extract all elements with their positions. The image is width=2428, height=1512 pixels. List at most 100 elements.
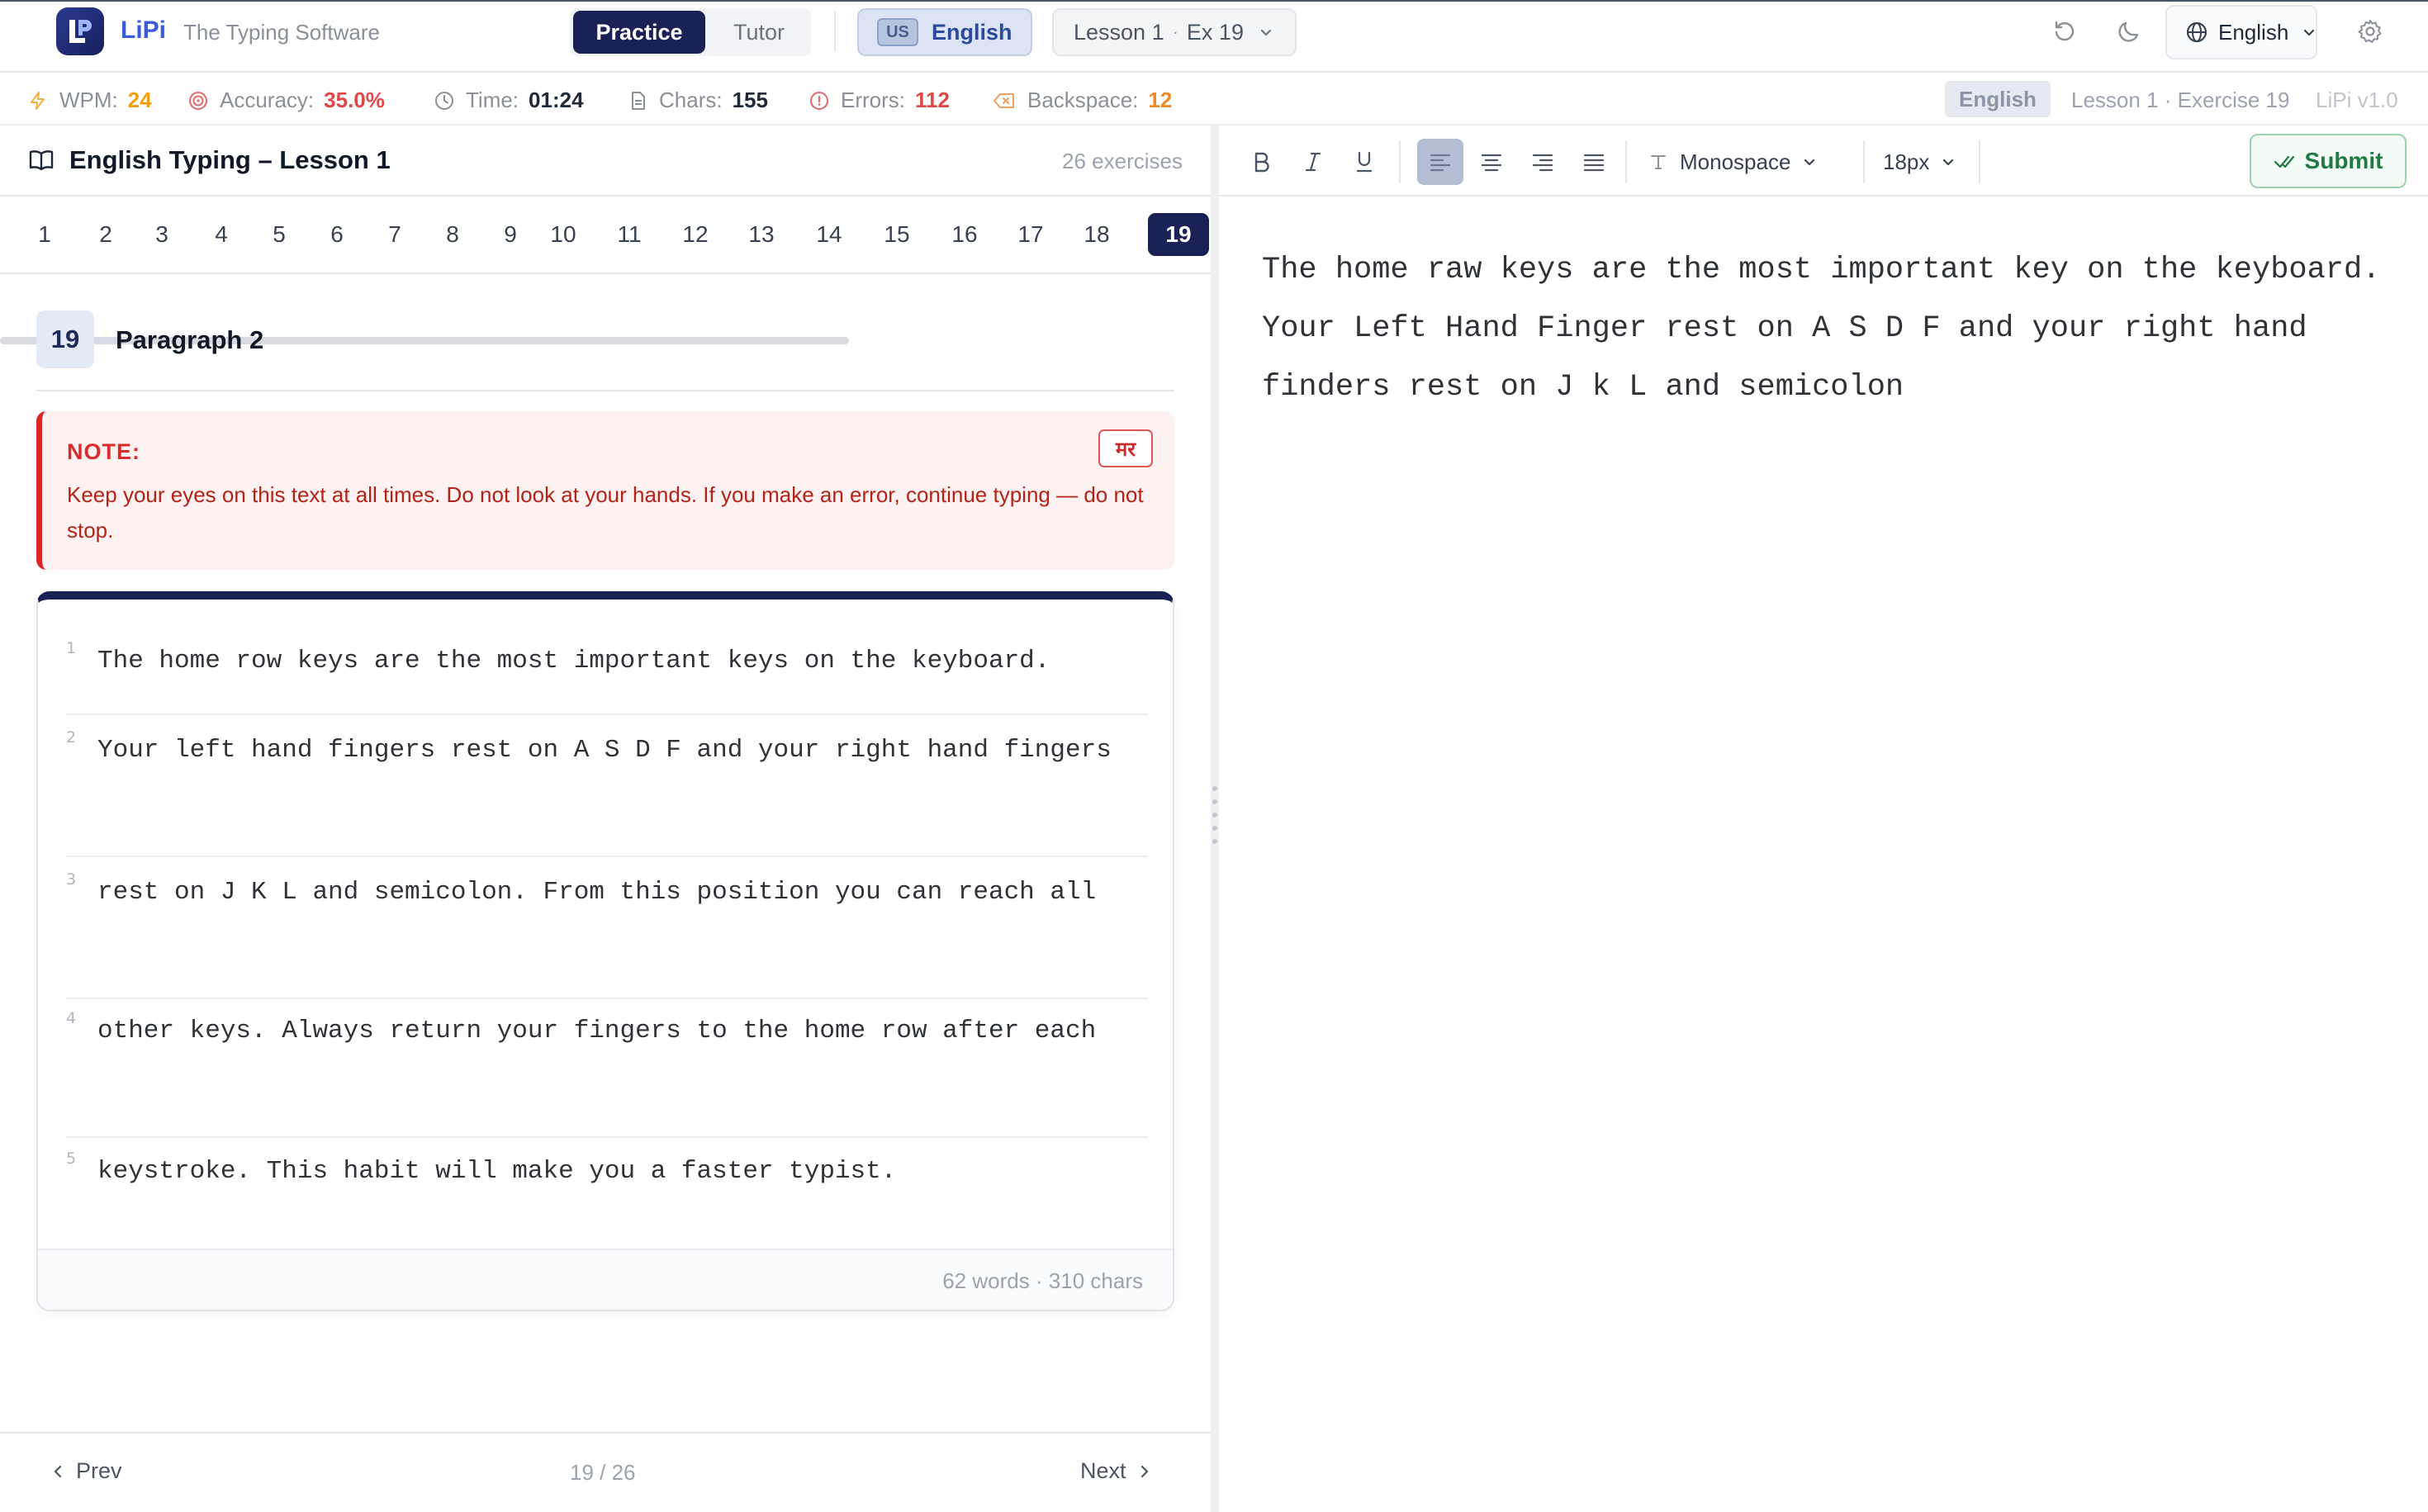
resize-grip-dot — [1212, 813, 1217, 818]
gear-icon[interactable] — [2354, 15, 2387, 48]
exercise-tab-17[interactable]: 17 — [1011, 213, 1050, 256]
line-number: 1 — [66, 639, 77, 657]
font-family-dropdown[interactable]: Monospace — [1648, 140, 1817, 183]
lesson-title: English Typing – Lesson 1 — [28, 145, 391, 175]
exercise-position: 19 / 26 — [570, 1460, 636, 1485]
exercise-tabs: 1 2 3 4 5 6 7 8 9 10 11 12 13 14 15 16 17 18 19 — [0, 198, 1211, 344]
wpm-value: 24 — [127, 88, 152, 112]
exercise-tab-1[interactable]: 1 — [25, 213, 64, 256]
prev-button[interactable]: Prev — [51, 1458, 132, 1484]
exercise-tab-11[interactable]: 11 — [609, 213, 649, 256]
chevron-down-icon — [1259, 25, 1273, 40]
mode-switch: Practice Tutor — [570, 8, 811, 56]
backspace-value: 12 — [1148, 88, 1173, 112]
app-version: LiPi v1.0 — [2316, 88, 2398, 112]
font-family-value: Monospace — [1680, 149, 1791, 174]
language-selector[interactable]: US English — [857, 8, 1032, 56]
errors-label: Errors: — [841, 88, 905, 112]
chars-label: Chars: — [659, 88, 723, 112]
accuracy-stat: Accuracy: 35.0% — [188, 88, 385, 113]
accuracy-label: Accuracy: — [220, 88, 315, 112]
exercise-label: Ex 19 — [1186, 19, 1244, 45]
exercise-tab-15[interactable]: 15 — [877, 213, 917, 256]
target-icon — [188, 91, 208, 111]
align-center-button[interactable] — [1468, 139, 1515, 185]
exercise-tab-10[interactable]: 10 — [543, 213, 583, 256]
toolbar-divider — [1863, 140, 1865, 183]
exercise-tab-16[interactable]: 16 — [945, 213, 984, 256]
chars-value: 155 — [732, 88, 768, 112]
line-number: 4 — [66, 1009, 77, 1027]
italic-button[interactable] — [1290, 139, 1336, 185]
align-right-button[interactable] — [1520, 139, 1566, 185]
submit-button[interactable]: Submit — [2250, 134, 2407, 188]
typing-area[interactable]: The home raw keys are the most important… — [1262, 241, 2410, 417]
line-text: rest on J K L and semicolon. From this p… — [97, 878, 1097, 907]
clock-icon — [434, 91, 454, 111]
wpm-label: WPM: — [59, 88, 118, 112]
brand-tagline: The Typing Software — [183, 20, 380, 45]
exercise-tab-19[interactable]: 19 — [1148, 213, 1209, 256]
time-value: 01:24 — [529, 88, 584, 112]
exercise-tab-14[interactable]: 14 — [809, 213, 849, 256]
lipi-logo-icon[interactable] — [56, 7, 104, 55]
backspace-stat: Backspace: 12 — [993, 88, 1172, 113]
exercise-tab-12[interactable]: 12 — [676, 213, 715, 256]
ui-language-label: English — [2218, 19, 2289, 45]
next-label: Next — [1080, 1458, 1126, 1483]
toolbar-divider — [1399, 140, 1401, 183]
passage-line: 2 Your left hand fingers rest on A S D F… — [66, 720, 1148, 857]
panel-header: English Typing – Lesson 1 26 exercises — [0, 126, 1211, 197]
bold-button[interactable] — [1239, 139, 1285, 185]
globe-icon — [2185, 21, 2208, 44]
exercise-tab-2[interactable]: 2 — [86, 213, 126, 256]
accuracy-value: 35.0% — [324, 88, 385, 112]
line-number: 5 — [66, 1149, 77, 1168]
note-label: NOTE: — [67, 439, 140, 464]
errors-value: 112 — [915, 88, 950, 112]
next-button[interactable]: Next — [1070, 1458, 1151, 1484]
align-left-button[interactable] — [1417, 139, 1463, 185]
chevron-down-icon — [1802, 154, 1817, 169]
tutor-mode-button[interactable]: Tutor — [710, 11, 808, 54]
panel-resize-handle[interactable] — [1211, 126, 1219, 1512]
book-icon — [28, 149, 55, 172]
practice-mode-button[interactable]: Practice — [573, 11, 705, 54]
resize-grip-dot — [1212, 826, 1217, 831]
time-stat: Time: 01:24 — [434, 88, 584, 113]
exercise-tab-18[interactable]: 18 — [1077, 213, 1117, 256]
moon-icon[interactable] — [2113, 15, 2146, 48]
exercise-title: Paragraph 2 — [116, 325, 264, 354]
resize-grip-dot — [1212, 839, 1217, 844]
exercise-tab-9[interactable]: 9 — [491, 213, 530, 256]
script-toggle-button[interactable]: मर — [1098, 429, 1153, 467]
font-size-dropdown[interactable]: 18px — [1883, 140, 1956, 183]
exercise-count: 26 exercises — [1062, 149, 1183, 173]
us-flag-badge: US — [877, 18, 918, 46]
exercise-tab-13[interactable]: 13 — [742, 213, 781, 256]
errors-stat: Errors: 112 — [809, 88, 950, 113]
lesson-title-text: English Typing – Lesson 1 — [69, 145, 391, 174]
exercise-tab-4[interactable]: 4 — [202, 213, 241, 256]
chevron-left-icon — [51, 1464, 66, 1479]
exercise-tab-8[interactable]: 8 — [433, 213, 472, 256]
alert-icon — [809, 91, 829, 111]
exercise-tab-3[interactable]: 3 — [142, 213, 182, 256]
align-justify-button[interactable] — [1571, 139, 1617, 185]
exercise-tab-6[interactable]: 6 — [317, 213, 357, 256]
toolbar-divider — [1625, 140, 1627, 183]
exercise-tab-5[interactable]: 5 — [259, 213, 299, 256]
exercise-navigation: Prev 19 / 26 Next — [0, 1432, 1211, 1512]
font-size-value: 18px — [1883, 149, 1930, 174]
underline-button[interactable] — [1341, 139, 1387, 185]
time-label: Time: — [466, 88, 519, 112]
lesson-exercise-dropdown[interactable]: Lesson 1 · Ex 19 — [1052, 8, 1297, 56]
passage-line: 3 rest on J K L and semicolon. From this… — [66, 862, 1148, 999]
line-text: other keys. Always return your fingers t… — [97, 1017, 1097, 1045]
ui-language-dropdown[interactable]: English — [2165, 5, 2317, 59]
chars-stat: Chars: 155 — [629, 88, 768, 113]
reset-icon[interactable] — [2048, 15, 2081, 48]
exercise-tab-7[interactable]: 7 — [375, 213, 415, 256]
bolt-icon — [28, 91, 48, 111]
line-text: Your left hand fingers rest on A S D F a… — [97, 736, 1112, 765]
